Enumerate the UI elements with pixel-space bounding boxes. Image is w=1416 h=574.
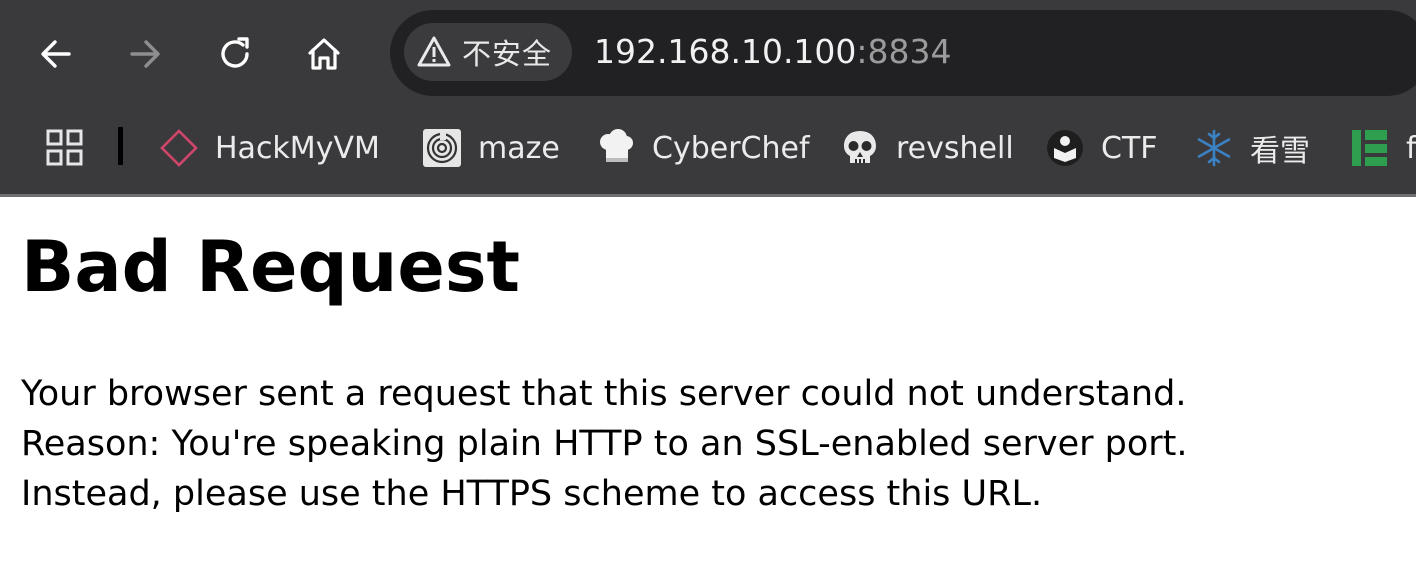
url-host: 192.168.10.100 [594,32,857,71]
forward-button[interactable] [119,28,171,80]
back-button[interactable] [30,28,82,80]
url-text[interactable]: 192.168.10.100:8834 [594,30,952,74]
bookmark-revshell[interactable]: revshell [840,124,1014,172]
bookmark-f[interactable]: f [1350,124,1416,172]
error-instruction-line: Instead, please use the HTTPS scheme to … [21,474,1043,514]
address-bar[interactable]: 不安全 192.168.10.100:8834 [390,10,1416,96]
apps-grid-icon [46,129,83,166]
warning-triangle-icon [417,36,451,67]
bookmark-ctf[interactable]: CTF [1045,124,1158,172]
snowflake-icon [1194,128,1234,168]
apps-button[interactable] [44,124,86,172]
home-button[interactable] [298,28,350,80]
bookmark-label: CyberChef [652,130,810,166]
ctf-logo-icon [1045,128,1085,168]
green-logo-icon [1350,128,1390,168]
security-indicator[interactable]: 不安全 [404,23,572,81]
error-reason-line: Reason: You're speaking plain HTTP to an… [21,424,1188,464]
chef-hat-icon [596,128,636,168]
diamond-icon [159,128,199,168]
maze-icon [422,128,462,168]
browser-chrome: 不安全 192.168.10.100:8834 HackMyVM maze Cy… [0,0,1416,197]
skull-icon [840,128,880,168]
home-icon [308,38,340,70]
page-title: Bad Request [21,226,520,308]
bookmark-kanxue[interactable]: 看雪 [1194,124,1310,172]
bookmark-cyberchef[interactable]: CyberChef [596,124,810,172]
bookmark-hackmyvm[interactable]: HackMyVM [159,124,380,172]
url-port: :8834 [856,32,952,71]
reload-icon [221,37,249,68]
security-label: 不安全 [462,37,553,71]
bookmark-label: CTF [1101,130,1158,166]
bookmark-label: maze [478,130,560,166]
bookmark-label: revshell [896,130,1014,166]
arrow-left-icon [41,40,71,68]
arrow-right-icon [130,40,160,68]
bookmarks-separator [118,127,123,165]
bookmarks-bar: HackMyVM maze CyberChef revshell CTF 看雪 … [0,106,1416,194]
bookmark-label: f [1406,130,1416,166]
bookmark-maze[interactable]: maze [422,124,560,172]
page-content: Bad Request Your browser sent a request … [0,197,1416,574]
error-line: Your browser sent a request that this se… [21,374,1187,414]
reload-button[interactable] [209,28,261,80]
browser-toolbar: 不安全 192.168.10.100:8834 [0,0,1416,106]
error-message: Your browser sent a request that this se… [21,369,1188,519]
bookmark-label: HackMyVM [215,130,380,166]
bookmark-label: 看雪 [1250,134,1310,169]
